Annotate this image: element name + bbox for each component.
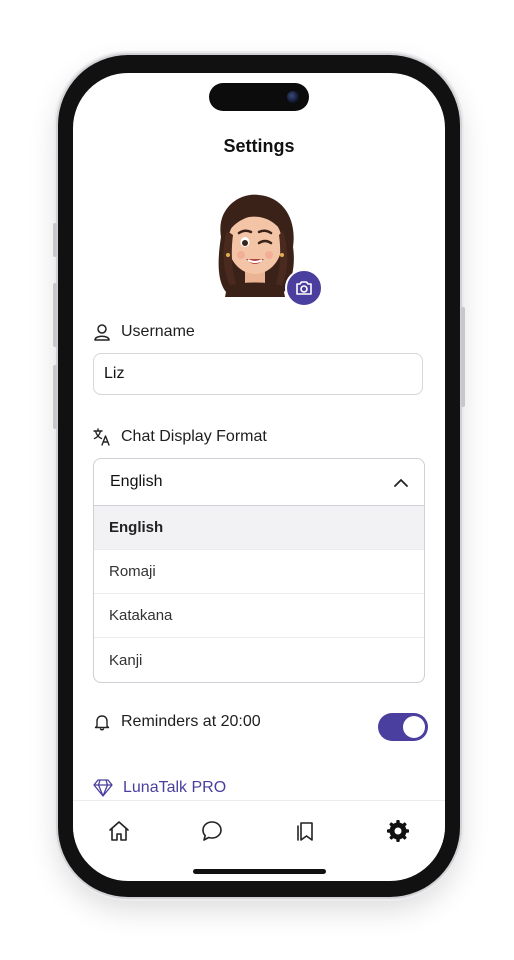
pro-link-text: LunaTalk PRO: [123, 779, 227, 796]
tab-home[interactable]: [105, 817, 133, 845]
change-photo-button[interactable]: [285, 269, 323, 307]
home-icon: [109, 821, 129, 841]
option-kanji[interactable]: Kanji: [94, 638, 424, 682]
toggle-knob: [403, 716, 425, 738]
volume-down-button: [53, 365, 57, 429]
dynamic-island: [209, 83, 309, 111]
camera-icon: [296, 281, 312, 295]
tab-bar: [73, 800, 445, 861]
chat-format-label-text: Chat Display Format: [121, 428, 267, 445]
power-button: [461, 307, 465, 407]
chevron-up-icon: [394, 478, 408, 487]
reminders-label-text: Reminders at 20:00: [121, 713, 261, 730]
username-label: Username: [93, 323, 195, 341]
tab-settings[interactable]: [384, 817, 412, 845]
chat-icon: [202, 821, 222, 841]
username-value: Liz: [104, 365, 125, 382]
bookmarks-icon: [297, 822, 313, 841]
translate-icon: [93, 428, 110, 446]
username-label-text: Username: [121, 323, 195, 340]
chat-format-select[interactable]: English: [93, 458, 425, 506]
option-katakana[interactable]: Katakana: [94, 594, 424, 638]
page-title: Settings: [223, 136, 295, 156]
home-indicator: [193, 869, 326, 874]
pro-link[interactable]: LunaTalk PRO: [93, 779, 226, 797]
user-icon: [94, 324, 110, 341]
diamond-icon: [93, 779, 113, 797]
tab-bookmarks[interactable]: [291, 817, 319, 845]
settings-icon: [387, 820, 409, 842]
volume-up-button: [53, 283, 57, 347]
bell-icon: [94, 715, 110, 731]
tab-chat[interactable]: [198, 817, 226, 845]
username-input[interactable]: Liz: [93, 353, 423, 395]
reminders-label: Reminders at 20:00: [93, 713, 261, 731]
chat-format-options: English Romaji Katakana Kanji: [93, 506, 425, 683]
option-english[interactable]: English: [94, 506, 424, 550]
action-button: [53, 223, 57, 257]
front-camera-icon: [287, 91, 299, 103]
phone-frame: Settings Username Liz Chat Display Forma…: [53, 55, 465, 897]
screen: Settings Username Liz Chat Display Forma…: [73, 73, 445, 881]
reminders-toggle[interactable]: [378, 713, 428, 741]
chat-format-label: Chat Display Format: [93, 428, 267, 446]
option-romaji[interactable]: Romaji: [94, 550, 424, 594]
chat-format-selected-value: English: [110, 473, 163, 490]
